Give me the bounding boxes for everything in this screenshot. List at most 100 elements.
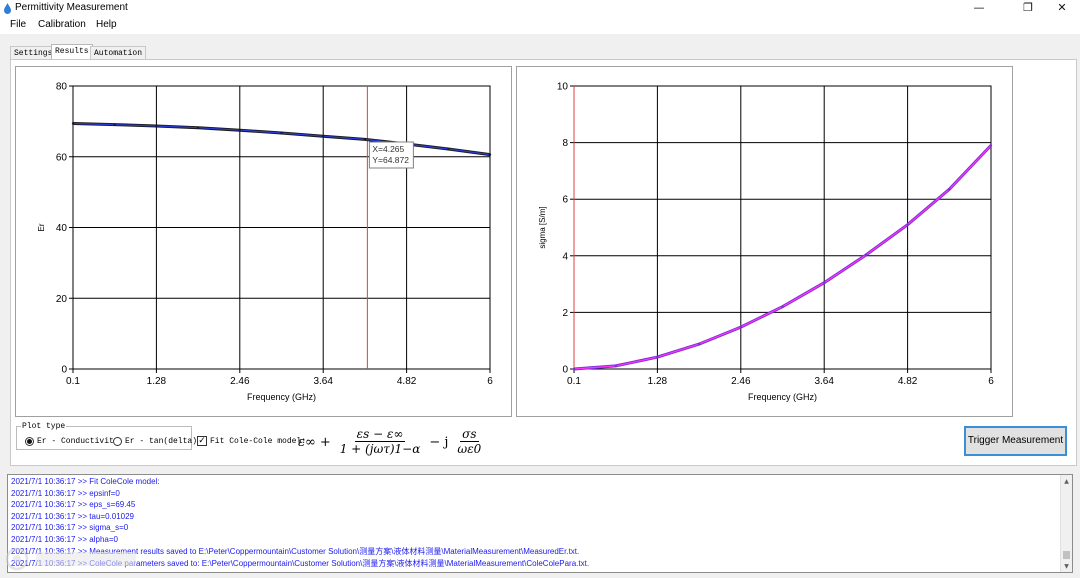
y-tick-label: 8: [562, 138, 568, 149]
window-title: Permittivity Measurement: [15, 2, 128, 13]
er-chart-panel: 0.1 1.28 2.46 3.64 4.82 6 0 20 40 60 80 Frequency (…: [15, 66, 512, 417]
data-point: [113, 123, 116, 126]
data-point: [238, 129, 241, 132]
plot-frame: [573, 85, 992, 370]
scroll-up-icon[interactable]: ▲: [1061, 476, 1072, 487]
data-point: [363, 138, 367, 141]
y-tick-label: 0: [562, 365, 568, 376]
title-bar: Permittivity Measurement — ❐ ✕: [0, 0, 1080, 17]
data-point: [614, 364, 617, 368]
data-point: [823, 281, 826, 284]
er-chart[interactable]: 0.1 1.28 2.46 3.64 4.82 6020406080Frequency (…: [16, 67, 511, 416]
formula-eps-inf: ε∞: [298, 434, 316, 450]
data-point: [280, 131, 283, 135]
x-axis-label: Frequency (GHz): [748, 392, 817, 402]
log-line: 2021/7/1 10:36:17 >> sigma_s=0: [11, 523, 129, 532]
data-point: [739, 325, 742, 329]
log-line: 2021/7/1 10:36:17 >> alpha=0: [11, 535, 118, 544]
plot-type-group: Plot type Er - Conductivity Er - tan(del…: [16, 422, 197, 450]
x-tick-label: 4.82: [898, 376, 918, 387]
fit-cole-cole-label: Fit Cole-Cole model:: [210, 436, 307, 446]
formula-denominator-1: 1 + (jωτ)1−α: [339, 442, 421, 456]
fit-cole-cole-checkbox[interactable]: ✓ Fit Cole-Cole model:: [197, 436, 306, 446]
y-tick-label: 4: [562, 251, 568, 262]
tab-results[interactable]: Results: [51, 44, 93, 60]
data-point: [781, 305, 784, 308]
scroll-down-icon[interactable]: ▼: [1061, 561, 1072, 572]
formula-numerator-2: σs: [460, 427, 479, 442]
y-tick-label: 80: [56, 82, 68, 93]
menu-file[interactable]: File: [10, 19, 26, 30]
radio-er-tan-delta-label: Er - tan(delta): [125, 437, 198, 446]
menu-calibration[interactable]: Calibration: [38, 19, 86, 30]
minimize-button[interactable]: —: [966, 0, 992, 17]
formula-fraction-1: εs − ε∞ 1 + (jωτ)1−α: [338, 427, 423, 457]
radio-er-tan-delta[interactable]: Er - tan(delta): [113, 437, 197, 446]
x-tick-label: 0.1: [567, 376, 581, 387]
menu-help[interactable]: Help: [96, 19, 117, 30]
formula-numerator-1: εs − ε∞: [354, 427, 406, 442]
x-tick-label: 6: [487, 376, 493, 387]
radio-selected-icon[interactable]: [25, 437, 34, 446]
log-line: 2021/7/1 10:36:17 >> eps_s=69.45: [11, 500, 136, 509]
cursor-readout-text: Y=64.872: [372, 155, 409, 165]
log-line: 2021/7/1 10:36:17 >> tau=0.01029: [11, 512, 135, 521]
cursor-readout-text: X=4.265: [372, 144, 404, 154]
x-tick-label: 3.64: [313, 376, 333, 387]
data-point: [697, 342, 701, 346]
sigma-chart-panel: 0.1 1.28 2.46 3.64 4.82 6 0 2 4 6 8 10 Frequency (GH…: [516, 66, 1013, 417]
y-tick-label: 20: [56, 294, 68, 305]
data-point: [656, 355, 659, 359]
y-axis-label: sigma [S/m]: [538, 206, 547, 248]
fit-series-line: [573, 144, 992, 370]
x-tick-label: 2.46: [230, 376, 250, 387]
data-point: [488, 153, 492, 156]
data-point: [864, 253, 868, 257]
radio-er-conductivity[interactable]: Er - Conductivity: [25, 437, 119, 446]
plot-type-label: Plot type: [21, 422, 67, 431]
data-point: [447, 147, 450, 151]
y-tick-label: 60: [56, 152, 68, 163]
log-line: 2021/7/1 10:36:17 >> epsinf=0: [11, 489, 120, 498]
menu-bar: File Calibration Help: [0, 17, 1080, 34]
x-tick-label: 0.1: [66, 376, 80, 387]
x-tick-label: 1.28: [648, 376, 668, 387]
x-tick-label: 4.82: [397, 376, 417, 387]
radio-unselected-icon[interactable]: [113, 437, 122, 446]
trigger-measurement-button[interactable]: Trigger Measurement: [964, 426, 1067, 456]
measured-series-line: [573, 144, 993, 371]
radio-er-conductivity-label: Er - Conductivity: [37, 437, 119, 446]
watermark-logo: [5, 547, 136, 571]
cole-cole-formula: ε∞ + εs − ε∞ 1 + (jωτ)1−α − j σs ωε0: [298, 424, 486, 460]
data-point: [196, 126, 200, 129]
x-axis-label: Frequency (GHz): [247, 392, 316, 402]
close-button[interactable]: ✕: [1049, 0, 1075, 17]
data-point: [322, 135, 325, 138]
data-point: [572, 367, 576, 371]
x-tick-label: 6: [988, 376, 994, 387]
log-scrollbar[interactable]: ▲ ▼: [1060, 475, 1072, 572]
measured-series-line: [72, 122, 491, 157]
y-tick-label: 10: [557, 82, 569, 93]
x-tick-label: 3.64: [814, 376, 834, 387]
formula-minus-j: − j: [429, 434, 449, 450]
x-tick-label: 2.46: [731, 376, 751, 387]
fit-series-line: [72, 122, 491, 156]
y-tick-label: 0: [61, 365, 67, 376]
log-output[interactable]: 2021/7/1 10:36:17 >> Fit ColeCole model:…: [7, 474, 1073, 573]
log-line: 2021/7/1 10:36:17 >> Fit ColeCole model:: [11, 477, 160, 486]
data-point: [989, 144, 993, 147]
checkbox-checked-icon[interactable]: ✓: [197, 436, 207, 446]
data-point: [906, 223, 909, 226]
sigma-chart[interactable]: 0.1 1.28 2.46 3.64 4.82 6 0 2 4 6 8 10 Frequency (GH…: [517, 67, 1012, 416]
formula-denominator-2: ωε0: [457, 442, 482, 456]
x-tick-label: 1.28: [147, 376, 167, 387]
formula-plus: +: [319, 434, 331, 450]
y-tick-label: 2: [562, 308, 568, 319]
restore-button[interactable]: ❐: [1015, 0, 1041, 17]
scrollbar-thumb[interactable]: [1063, 551, 1070, 559]
tab-automation[interactable]: Automation: [90, 46, 147, 60]
data-point: [155, 124, 158, 128]
formula-fraction-2: σs ωε0: [455, 427, 483, 457]
tab-settings[interactable]: Settings: [10, 46, 57, 60]
